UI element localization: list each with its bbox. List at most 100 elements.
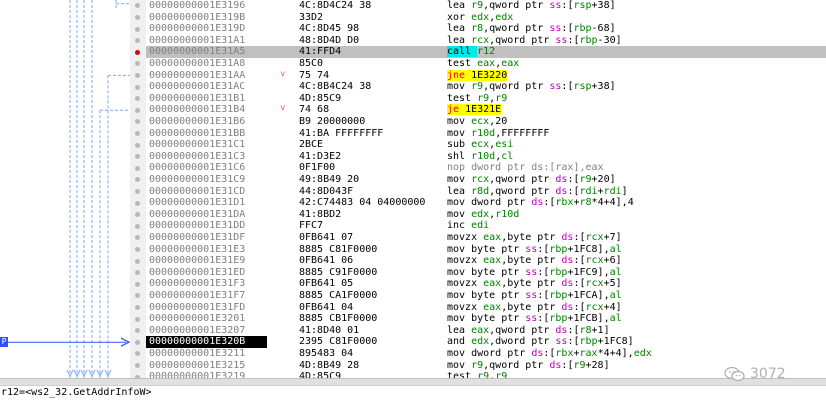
address-cell: 00000000001E31B4 <box>149 104 246 116</box>
bytes-cell: 895483 04 <box>299 348 354 359</box>
instruction-token-mnem: mov <box>447 243 472 255</box>
breakpoint-slot-icon[interactable] <box>135 328 140 334</box>
disasm-row[interactable]: 00000000001E31A8 85C0 test eax,eax <box>146 58 826 70</box>
disasm-row[interactable]: 00000000001E31A1 48:8D4D D0 lea rcx,qword … <box>146 35 826 47</box>
breakpoint-slot-icon[interactable] <box>135 293 140 299</box>
disasm-row[interactable]: 00000000001E31AA ˅ 75 74 jne 1E3220 <box>146 69 826 82</box>
breakpoint-slot-icon[interactable] <box>135 339 140 345</box>
disasm-row[interactable]: 00000000001E31AC 4C:8B4C24 38 mov r9,qword… <box>146 81 826 93</box>
disasm-row[interactable]: 00000000001E31CD 44:8D043F lea r8d,qword p… <box>146 186 826 198</box>
breakpoint-slot-icon[interactable] <box>135 177 140 183</box>
breakpoint-slot-icon[interactable] <box>135 351 140 357</box>
disasm-row[interactable]: 00000000001E3211 895483 04 mov dword ptr d… <box>146 348 826 360</box>
disasm-row[interactable]: 00000000001E31B1 4D:85C9 test r9,r9 <box>146 93 826 105</box>
breakpoint-slot-icon[interactable] <box>135 165 140 171</box>
instruction-cell: lea rcx,qword ptr ss:[rbp-30] <box>447 35 622 47</box>
disasm-row[interactable]: 00000000001E31F3 0FB641 05 movzx eax,byte … <box>146 278 826 290</box>
instruction-token-reg: edx <box>471 11 490 23</box>
instruction-token-reg: rbp <box>579 34 598 46</box>
disasm-row[interactable]: 00000000001E320B 2395 C81F0000 and edx,dwo… <box>146 336 826 348</box>
breakpoint-slot-icon[interactable] <box>135 107 140 113</box>
status-info-bar: r12=<ws2_32.GetAddrInfoW> <box>0 385 826 400</box>
instruction-token-mnem: mov <box>447 197 472 209</box>
instruction-cell: lea eax,qword ptr ds:[r8+1] <box>447 325 610 337</box>
jump-direction-mark: ˅ <box>280 69 286 80</box>
breakpoint-slot-icon[interactable] <box>135 362 140 368</box>
disasm-row[interactable]: 00000000001E3196 4C:8D4C24 38 lea r9,qword… <box>146 0 826 12</box>
breakpoint-slot-icon[interactable] <box>135 200 140 206</box>
address-cell: 00000000001E31C3 <box>149 150 246 162</box>
address-cell: 00000000001E31AA <box>149 69 246 81</box>
instruction-token-mem: :[ <box>567 185 580 197</box>
breakpoint-slot-icon[interactable] <box>135 235 140 241</box>
instruction-token-reg: rdi <box>603 185 622 197</box>
address-cell: 00000000001E31DA <box>149 208 246 220</box>
instruction-token-reg: cl <box>501 150 514 162</box>
breakpoint-slot-icon[interactable] <box>135 130 140 136</box>
disasm-row[interactable]: 00000000001E31DA 41:8BD2 mov edx,r10d <box>146 209 826 221</box>
instruction-cell: shl r10d,cl <box>447 151 513 163</box>
breakpoint-slot-icon[interactable] <box>135 72 140 78</box>
disasm-row[interactable]: 00000000001E31C3 41:D3E2 shl r10d,cl <box>146 151 826 163</box>
disasm-row[interactable]: 00000000001E31A5 41:FFD4 call r12 <box>146 46 826 58</box>
disasm-row[interactable]: 00000000001E31BB 41:BA FFFFFFFF mov r10d,F… <box>146 128 826 140</box>
breakpoint-slot-icon[interactable] <box>135 3 140 9</box>
breakpoint-slot-icon[interactable] <box>135 304 140 310</box>
breakpoint-slot-icon[interactable] <box>135 84 140 90</box>
breakpoint-slot-icon[interactable] <box>135 212 140 218</box>
breakpoint-slot-icon[interactable] <box>135 258 140 264</box>
breakpoint-slot-icon[interactable] <box>135 26 140 32</box>
disasm-row[interactable]: 00000000001E31C6 0F1F00 nop dword ptr ds:[… <box>146 162 826 174</box>
bytes-cell: 4D:85C9 <box>299 92 342 104</box>
instruction-token-mnem: test <box>447 58 478 69</box>
disassembly-listing[interactable]: 00000000001E3196 4C:8D4C24 38 lea r9,qword… <box>146 0 826 378</box>
disasm-row[interactable]: 00000000001E31B6 B9 20000000 mov ecx,20 <box>146 116 826 128</box>
instruction-token-mem: :[ <box>561 81 574 93</box>
instruction-token-mem: :[ <box>561 23 574 35</box>
address-cell: 00000000001E31BB <box>149 127 246 139</box>
breakpoint-column[interactable] <box>130 0 146 380</box>
instruction-token-mem: :[ <box>561 0 574 11</box>
instruction-token-mem: ,qword ptr <box>489 324 556 336</box>
breakpoint-icon[interactable] <box>135 49 140 55</box>
breakpoint-slot-icon[interactable] <box>135 96 140 102</box>
breakpoint-slot-icon[interactable] <box>135 14 140 20</box>
breakpoint-slot-icon[interactable] <box>135 246 140 252</box>
disasm-row[interactable]: 00000000001E31C9 49:8B49 20 mov rcx,qword … <box>146 174 826 186</box>
instruction-cell: sub ecx,esi <box>447 139 513 151</box>
jump-arrow-gutter <box>0 0 130 378</box>
instruction-token-reg: rbp <box>549 290 568 301</box>
breakpoint-slot-icon[interactable] <box>135 142 140 148</box>
disasm-row[interactable]: 00000000001E31DD FFC7 inc edi <box>146 220 826 232</box>
disasm-row[interactable]: 00000000001E31B4 ˅ 74 68 je 1E321E <box>146 104 826 116</box>
bytes-cell: 4C:8D45 98 <box>299 23 360 35</box>
disasm-row[interactable]: 00000000001E31E9 0FB641 06 movzx eax,byte … <box>146 255 826 267</box>
instruction-cell: mov dword ptr ds:[rbx+r8*4+4],4 <box>447 197 634 209</box>
disasm-row[interactable]: 00000000001E31ED 8885 C91F0000 mov byte pt… <box>146 267 826 279</box>
breakpoint-slot-icon[interactable] <box>135 270 140 276</box>
disasm-row[interactable]: 00000000001E31C1 2BCE sub ecx,esi <box>146 139 826 151</box>
breakpoint-slot-icon[interactable] <box>135 281 140 287</box>
disasm-row[interactable]: 00000000001E31F7 8885 CA1F0000 mov byte pt… <box>146 290 826 302</box>
disasm-row[interactable]: 00000000001E3201 8885 CB1F0000 mov byte pt… <box>146 313 826 325</box>
disasm-row[interactable]: 00000000001E31FD 0FB641 04 movzx eax,byte … <box>146 302 826 314</box>
instruction-token-reg: rbx <box>555 197 574 209</box>
breakpoint-slot-icon[interactable] <box>135 154 140 160</box>
bytes-cell: 4C:8D4C24 38 <box>299 0 372 11</box>
breakpoint-slot-icon[interactable] <box>135 38 140 44</box>
bytes-cell: 85C0 <box>299 58 324 69</box>
disasm-row[interactable]: 00000000001E319D 4C:8D45 98 lea r8,qword p… <box>146 23 826 35</box>
bytes-cell: 8885 C91F0000 <box>299 266 378 278</box>
breakpoint-slot-icon[interactable] <box>135 61 140 67</box>
disasm-row[interactable]: 00000000001E3207 41:8D40 01 lea eax,qword … <box>146 325 826 337</box>
disasm-row[interactable]: 00000000001E31D1 42:C74483 04 04000000 mov… <box>146 197 826 209</box>
disasm-row[interactable]: 00000000001E31E3 8885 C81F0000 mov byte pt… <box>146 244 826 256</box>
instruction-token-seg: ds <box>531 348 544 359</box>
breakpoint-slot-icon[interactable] <box>135 188 140 194</box>
disasm-row[interactable]: 00000000001E31DF 0FB641 07 movzx eax,byte … <box>146 232 826 244</box>
disasm-row[interactable]: 00000000001E319B 33D2 xor edx,edx <box>146 12 826 24</box>
horizontal-scrollbar[interactable] <box>0 378 826 385</box>
breakpoint-slot-icon[interactable] <box>135 316 140 322</box>
breakpoint-slot-icon[interactable] <box>135 119 140 125</box>
breakpoint-slot-icon[interactable] <box>135 223 140 229</box>
